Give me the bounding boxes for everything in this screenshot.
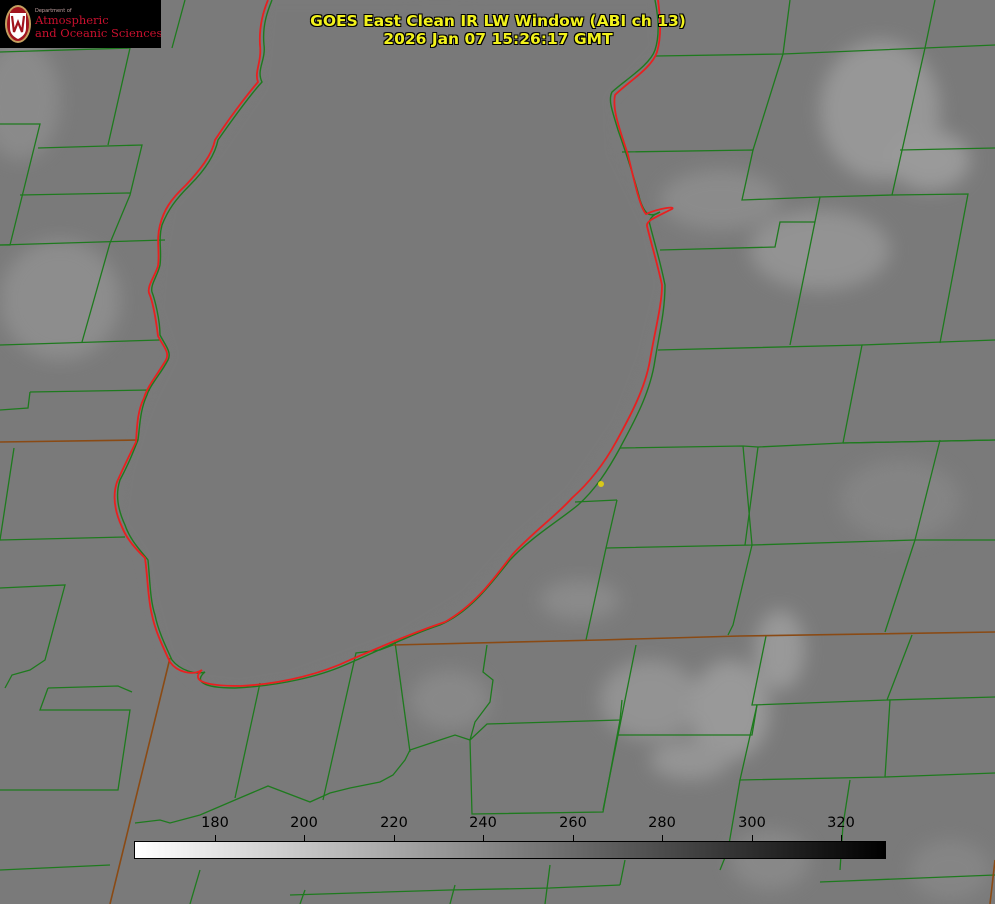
image-title: GOES East Clean IR LW Window (ABI ch 13)… [0, 12, 995, 48]
location-marker [598, 481, 604, 487]
satellite-map [0, 0, 995, 904]
colorbar-tick-label: 220 [380, 815, 408, 831]
colorbar-tick-label: 320 [827, 815, 855, 831]
colorbar-gradient [134, 841, 886, 859]
colorbar-tick-label: 260 [559, 815, 587, 831]
title-timestamp: 2026 Jan 07 15:26:17 GMT [383, 30, 613, 48]
colorbar-tick-label: 240 [469, 815, 497, 831]
colorbar-tick-label: 180 [201, 815, 229, 831]
title-product: GOES East Clean IR LW Window (ABI ch 13) [310, 12, 686, 30]
colorbar-tick-label: 300 [738, 815, 766, 831]
colorbar-tick-label: 200 [290, 815, 318, 831]
colorbar-tick-label: 280 [648, 815, 676, 831]
